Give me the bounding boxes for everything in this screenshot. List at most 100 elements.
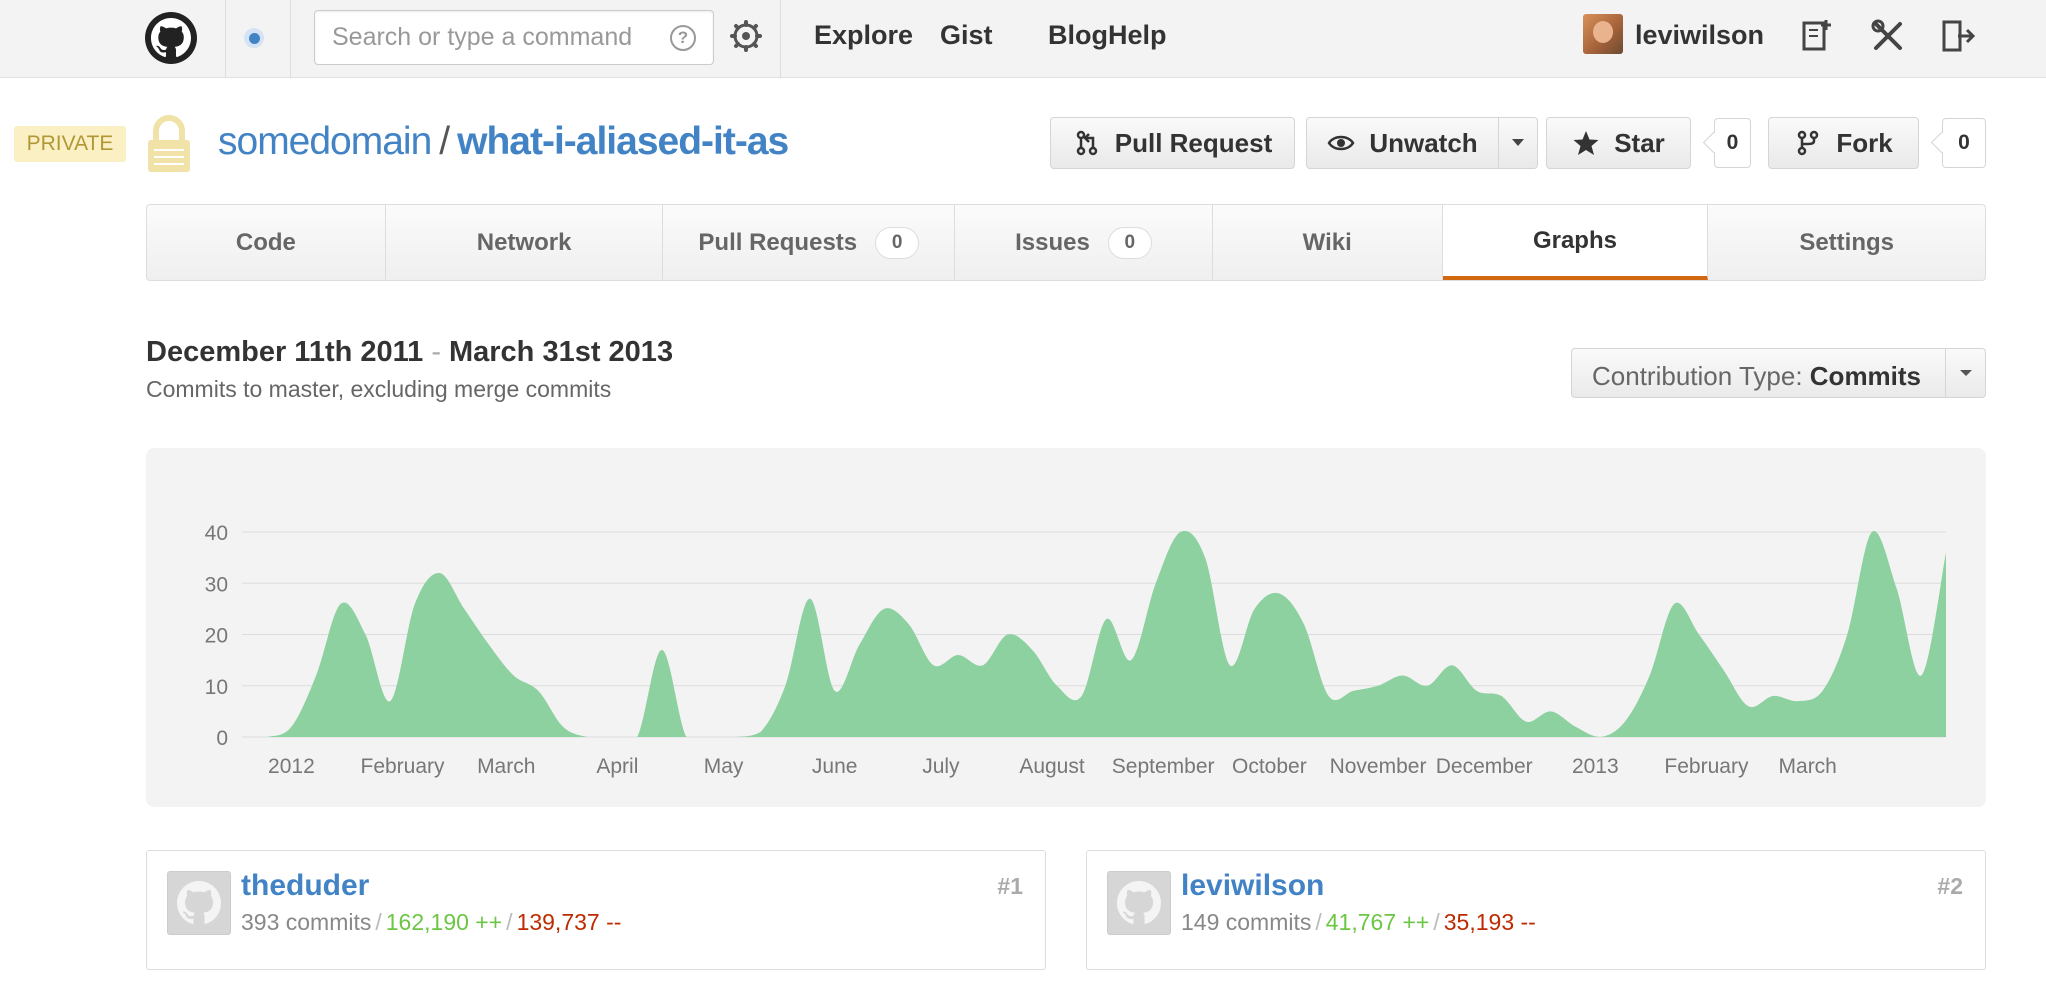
x-tick-label: December: [1436, 755, 1533, 778]
tab-pull-requests[interactable]: Pull Requests 0: [663, 205, 956, 280]
range-start-date: December 11th 2011: [146, 336, 424, 368]
contribution-type-value: Commits: [1809, 361, 1922, 391]
repository-owner-link[interactable]: somedomain: [218, 120, 432, 163]
contributor-card: theduder #1 393 commits/162,190 ++/139,7…: [146, 850, 1046, 970]
tab-graphs-label: Graphs: [1532, 226, 1617, 254]
pull-request-label: Pull Request: [1114, 127, 1273, 158]
x-tick-label: August: [1019, 755, 1085, 778]
contributions-chart: 0 10 20 30 40 2012 February March April May June Ju…: [146, 448, 1986, 807]
tab-network[interactable]: Network: [386, 205, 664, 280]
fork-icon: [1798, 130, 1819, 156]
star-label: Star: [1614, 127, 1665, 158]
contributor-additions: 41,767 ++: [1325, 909, 1430, 935]
help-icon[interactable]: ?: [670, 25, 696, 51]
y-tick-label: 0: [216, 727, 228, 750]
y-tick-label: 30: [205, 573, 228, 596]
tab-settings[interactable]: Settings: [1708, 205, 1985, 280]
sign-out-icon[interactable]: [1940, 18, 1976, 54]
contributor-deletions: 139,737 --: [516, 909, 622, 935]
stats-separator: /: [375, 909, 382, 935]
settings-tools-icon[interactable]: [1870, 18, 1906, 54]
y-tick-label: 40: [205, 522, 228, 545]
lock-icon: [148, 115, 190, 172]
contributor-avatar[interactable]: [167, 871, 231, 935]
unwatch-label: Unwatch: [1369, 127, 1478, 158]
tab-wiki-label: Wiki: [1302, 228, 1352, 256]
x-tick-label: June: [812, 755, 858, 778]
private-badge: PRIVATE: [14, 126, 126, 162]
contributor-deletions: 35,193 --: [1443, 909, 1536, 935]
star-count[interactable]: 0: [1714, 118, 1751, 168]
tab-settings-label: Settings: [1799, 228, 1894, 256]
x-tick-label: March: [1779, 755, 1837, 778]
x-tick-label: February: [361, 755, 446, 778]
contributor-commits: 393 commits: [241, 909, 372, 935]
issues-count: 0: [1107, 226, 1152, 259]
nav-help-link[interactable]: Help: [1108, 20, 1167, 51]
contributor-stats: 393 commits/162,190 ++/139,737 --: [241, 909, 621, 936]
unwatch-button[interactable]: Unwatch: [1306, 117, 1499, 169]
stats-separator: /: [1315, 909, 1322, 935]
watch-options-dropdown[interactable]: [1498, 117, 1538, 169]
pull-requests-count: 0: [875, 226, 920, 259]
caret-down-icon: [1945, 349, 1985, 397]
user-avatar[interactable]: [1583, 14, 1623, 54]
username-link[interactable]: leviwilson: [1635, 20, 1764, 51]
notification-indicator-icon[interactable]: [244, 28, 264, 48]
tab-code[interactable]: Code: [147, 205, 386, 280]
contributor-name-link[interactable]: leviwilson: [1181, 869, 1324, 903]
nav-blog-link[interactable]: Blog: [1048, 20, 1108, 51]
new-repository-icon[interactable]: [1798, 18, 1834, 54]
repository-name-link[interactable]: what-i-aliased-it-as: [457, 120, 789, 163]
github-logo-icon[interactable]: [145, 12, 197, 64]
tab-wiki[interactable]: Wiki: [1213, 205, 1443, 280]
fork-count[interactable]: 0: [1942, 118, 1986, 168]
contribution-type-dropdown[interactable]: Contribution Type: Commits: [1571, 348, 1986, 398]
nav-explore-link[interactable]: Explore: [814, 20, 913, 51]
graph-subtitle: Commits to master, excluding merge commi…: [146, 376, 612, 402]
title-separator: /: [439, 120, 450, 163]
star-icon: [1573, 131, 1599, 155]
pull-request-icon: [1076, 130, 1097, 156]
pull-request-button[interactable]: Pull Request: [1050, 117, 1295, 169]
contributor-card: leviwilson #2 149 commits/41,767 ++/35,1…: [1086, 850, 1986, 970]
contributions-area-chart: 0 10 20 30 40 2012 February March April May June Ju…: [205, 522, 1946, 778]
y-tick-label: 10: [205, 676, 228, 699]
commits-area-series: [242, 530, 1946, 737]
range-end-date: March 31st 2013: [448, 336, 674, 368]
tab-pull-requests-label: Pull Requests: [698, 228, 858, 256]
x-tick-label: 2013: [1572, 755, 1619, 778]
eye-icon: [1327, 135, 1355, 151]
fork-button[interactable]: Fork: [1768, 117, 1919, 169]
contributor-additions: 162,190 ++: [385, 909, 503, 935]
octocat-icon: [177, 881, 221, 924]
range-separator: -: [431, 336, 441, 368]
search-input[interactable]: [314, 10, 714, 65]
site-header: ? Explore Gist Blog Help leviwilson: [0, 0, 2046, 78]
x-tick-label: March: [477, 755, 535, 778]
header-divider: [780, 0, 781, 78]
tab-code-label: Code: [235, 228, 296, 256]
gear-icon[interactable]: [730, 20, 762, 52]
nav-gist-link[interactable]: Gist: [940, 20, 993, 51]
tab-network-label: Network: [476, 228, 572, 256]
x-tick-label: October: [1232, 755, 1307, 778]
x-tick-label: September: [1112, 755, 1215, 778]
tab-issues[interactable]: Issues 0: [955, 205, 1213, 280]
tab-graphs[interactable]: Graphs: [1442, 205, 1709, 280]
octocat-icon: [1117, 881, 1161, 924]
stats-separator: /: [506, 909, 513, 935]
star-button[interactable]: Star: [1546, 117, 1691, 169]
contributor-commits: 149 commits: [1181, 909, 1312, 935]
contribution-type-text: Contribution Type: Commits: [1592, 361, 1921, 392]
contributor-rank: #1: [997, 873, 1023, 899]
stats-separator: /: [1433, 909, 1440, 935]
contributor-name-link[interactable]: theduder: [241, 869, 369, 903]
x-tick-label: April: [596, 755, 638, 778]
contributor-rank: #2: [1937, 873, 1963, 899]
caret-down-icon: [1512, 139, 1524, 146]
x-tick-label: May: [704, 755, 744, 778]
y-tick-label: 20: [205, 625, 228, 648]
tab-issues-label: Issues: [1015, 228, 1090, 256]
contributor-avatar[interactable]: [1107, 871, 1171, 935]
